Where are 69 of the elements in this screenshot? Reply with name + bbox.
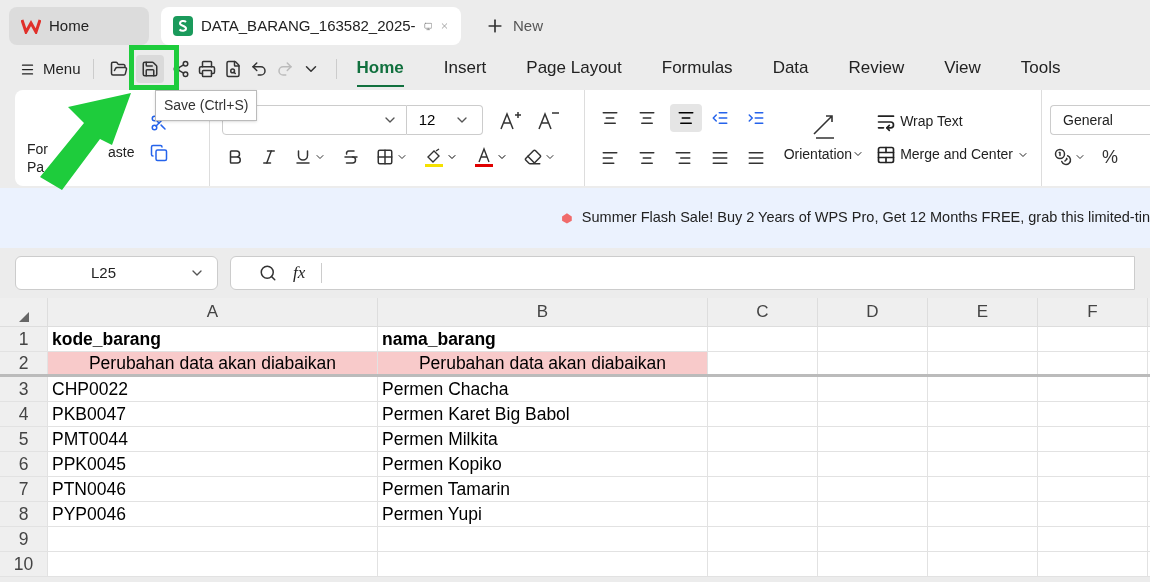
spreadsheet-icon <box>173 16 193 36</box>
cell-text: PPK0045 <box>52 452 126 476</box>
column-header[interactable]: F <box>1037 298 1147 326</box>
ribbon-tab[interactable]: Formulas <box>661 51 733 87</box>
cell-text: nama_barang <box>382 327 496 351</box>
ribbon-tab[interactable]: Page Layout <box>526 51 622 87</box>
ribbon-tab[interactable]: Data <box>772 51 809 87</box>
tab-label: Home <box>49 15 89 36</box>
tooltip: Save (Ctrl+S) <box>155 90 258 121</box>
row-header[interactable]: 6 <box>0 452 47 476</box>
wrap-text-button[interactable]: Wrap Text <box>876 111 1029 132</box>
merge-cells-icon <box>876 144 897 165</box>
column-header[interactable]: D <box>817 298 927 326</box>
column-header[interactable]: A <box>47 298 377 326</box>
ribbon-tab[interactable]: Insert <box>443 51 487 87</box>
ribbon-tab[interactable]: View <box>944 51 981 87</box>
cell-text: Permen Karet Big Babol <box>382 402 570 426</box>
row-header[interactable]: 2 <box>0 352 47 374</box>
cell-text: Permen Milkita <box>382 427 498 451</box>
name-box[interactable]: L25 <box>15 256 218 290</box>
copy-icon[interactable] <box>150 144 169 162</box>
row-header[interactable]: 7 <box>0 477 47 501</box>
cell-text: PTN0046 <box>52 477 126 501</box>
align-bottom-icon[interactable] <box>670 104 703 132</box>
cell-text: kode_barang <box>52 327 161 351</box>
cell-text: CHP0022 <box>52 377 128 401</box>
save-icon[interactable] <box>135 55 164 83</box>
font-size-field[interactable]: 12 <box>406 105 483 135</box>
tab-label: New <box>513 15 543 36</box>
row-header[interactable]: 1 <box>0 327 47 351</box>
row-header[interactable]: 3 <box>0 377 47 401</box>
tab-label: DATA_BARANG_163582_2025- <box>201 15 416 36</box>
cell-text: Permen Kopiko <box>382 452 502 476</box>
corner-triangle-icon <box>18 312 29 322</box>
column-header[interactable]: E <box>927 298 1037 326</box>
cell-text: Perubahan data akan diabaikan <box>88 351 337 375</box>
increase-font-icon[interactable] <box>498 110 521 130</box>
document-tab[interactable]: Home <box>9 7 149 45</box>
cell-text: Permen Chacha <box>382 377 509 401</box>
cell-text: Permen Yupi <box>382 502 482 526</box>
orientation-button[interactable]: Orientation <box>783 143 865 165</box>
row-header[interactable]: 4 <box>0 402 47 426</box>
paste-button[interactable]: aste <box>108 141 135 163</box>
ribbon-tab[interactable]: Home <box>356 51 404 87</box>
document-tab[interactable]: New <box>473 7 555 45</box>
row-header[interactable]: 5 <box>0 427 47 451</box>
ribbon-tab[interactable]: Review <box>848 51 905 87</box>
cell-text: PYP0046 <box>52 502 126 526</box>
button-label: Pa <box>27 158 46 176</box>
percent-button[interactable]: % <box>1102 143 1118 171</box>
ribbon-tab[interactable]: Tools <box>1020 51 1061 87</box>
row-header[interactable]: 8 <box>0 502 47 526</box>
row-header[interactable]: 9 <box>0 527 47 551</box>
menu-icon <box>20 61 35 77</box>
cell-text: Permen Tamarin <box>382 477 511 501</box>
cell-text: PKB0047 <box>52 402 126 426</box>
column-header[interactable]: C <box>707 298 817 326</box>
banner-text[interactable]: Summer Flash Sale! Buy 2 Years of WPS Pro, Get 12 Months FREE, grab this limited-tin <box>581 207 1150 229</box>
column-header[interactable]: B <box>377 298 707 326</box>
button-label: For <box>27 140 48 158</box>
merge-button[interactable]: Merge and Center <box>876 144 1029 165</box>
formula-bar[interactable]: fx <box>230 256 1135 290</box>
decrease-font-icon[interactable] <box>536 110 559 130</box>
menu-button[interactable]: Menu <box>20 57 81 81</box>
row-header[interactable]: 10 <box>0 552 47 576</box>
cell-text: Perubahan data akan diabaikan <box>418 351 667 375</box>
logo-icon <box>21 18 41 34</box>
number-format-field[interactable]: General <box>1050 105 1150 135</box>
cell-text: PMT0044 <box>52 427 128 451</box>
